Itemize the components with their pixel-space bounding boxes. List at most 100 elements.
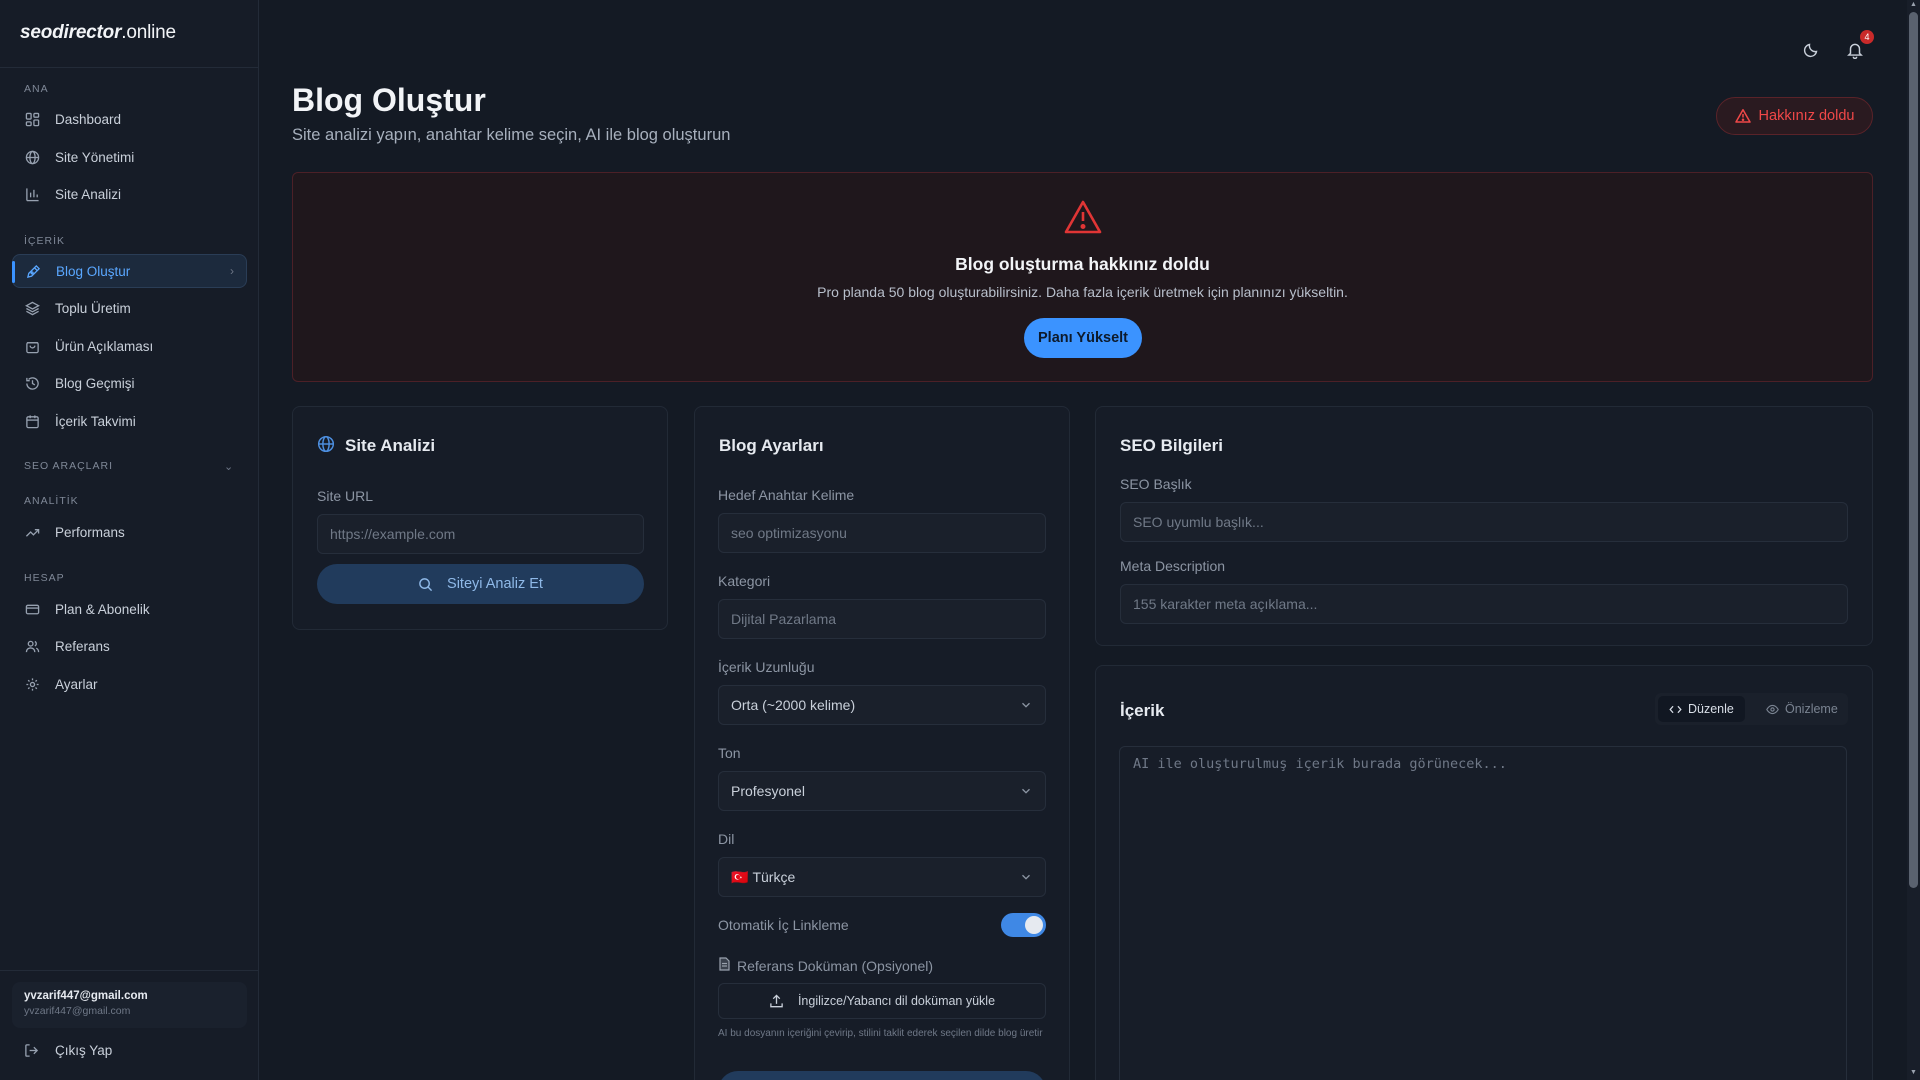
pen-icon bbox=[25, 263, 41, 279]
page-scrollbar[interactable]: ▲ ▼ bbox=[1907, 0, 1920, 1080]
card-title: Blog Ayarları bbox=[719, 436, 824, 455]
sidebar-item-dashboard[interactable]: Dashboard bbox=[12, 102, 247, 136]
sidebar-item-blog-olustur[interactable]: Blog Oluştur › bbox=[12, 254, 247, 288]
auto-link-toggle[interactable] bbox=[1001, 913, 1046, 937]
brand-suffix: .online bbox=[121, 22, 176, 43]
card-title: İçerik bbox=[1120, 701, 1165, 720]
alert-title: Blog oluşturma hakkınız doldu bbox=[955, 254, 1210, 274]
keyword-input[interactable]: seo optimizasyonu bbox=[718, 513, 1046, 553]
card-title: SEO Bilgileri bbox=[1120, 436, 1223, 455]
code-icon bbox=[1669, 705, 1682, 713]
upload-label: İngilizce/Yabancı dil doküman yükle bbox=[797, 994, 996, 1008]
tone-select[interactable]: Profesyonel bbox=[718, 771, 1046, 811]
brand-logo[interactable]: seodirector.online bbox=[20, 22, 176, 44]
calendar-icon bbox=[24, 413, 40, 429]
language-select[interactable]: 🇹🇷 Türkçe bbox=[718, 857, 1046, 897]
keyword-label: Hedef Anahtar Kelime bbox=[718, 487, 855, 503]
length-value: Orta (~2000 kelime) bbox=[731, 697, 856, 713]
blog-settings-card: Blog Ayarları bbox=[694, 406, 1070, 1080]
theme-toggle-button[interactable] bbox=[1799, 38, 1823, 62]
bar-chart-icon bbox=[24, 186, 40, 202]
tab-edit[interactable]: Düzenle bbox=[1658, 696, 1745, 722]
quota-exceeded-button[interactable]: Hakkınız doldu bbox=[1716, 97, 1873, 135]
sidebar-item-label: Blog Geçmişi bbox=[55, 375, 135, 391]
alert-description: Pro planda 50 blog oluşturabilirsiniz. D… bbox=[817, 284, 1348, 300]
section-label-seo-araclari[interactable]: SEO ARAÇLARI bbox=[24, 460, 113, 472]
sidebar-item-label: İçerik Takvimi bbox=[55, 413, 136, 429]
gear-icon bbox=[24, 676, 40, 692]
sidebar-item-site-analizi[interactable]: Site Analizi bbox=[12, 177, 247, 211]
sidebar-item-ayarlar[interactable]: Ayarlar bbox=[12, 667, 247, 701]
users-icon bbox=[24, 638, 40, 654]
tone-label: Ton bbox=[718, 745, 741, 761]
card-title: Site Analizi bbox=[345, 436, 436, 455]
tab-preview[interactable]: Önizleme bbox=[1755, 696, 1849, 722]
sidebar-item-label: Blog Oluştur bbox=[56, 263, 131, 279]
upload-document-button[interactable]: İngilizce/Yabancı dil doküman yükle bbox=[718, 983, 1046, 1019]
site-url-input[interactable]: https://example.com bbox=[317, 514, 644, 554]
eye-icon bbox=[1766, 704, 1779, 714]
scrollbar-thumb[interactable] bbox=[1909, 12, 1918, 888]
seo-title-label: SEO Başlık bbox=[1120, 476, 1192, 492]
meta-description-label: Meta Description bbox=[1120, 558, 1226, 574]
sidebar-item-site-yonetimi[interactable]: Site Yönetimi bbox=[12, 140, 247, 174]
divider bbox=[0, 67, 259, 68]
layers-icon bbox=[24, 300, 40, 316]
auto-link-label: Otomatik İç Linkleme bbox=[718, 917, 849, 933]
length-select[interactable]: Orta (~2000 kelime) bbox=[718, 685, 1046, 725]
analyze-site-label: Siteyi Analiz Et bbox=[447, 576, 543, 592]
sidebar-item-label: Ürün Açıklaması bbox=[55, 338, 154, 354]
site-url-label: Site URL bbox=[317, 488, 374, 504]
bag-icon bbox=[24, 338, 40, 354]
user-card[interactable]: yvzarif447@gmail.com yvzarif447@gmail.co… bbox=[12, 982, 247, 1028]
chevron-down-icon bbox=[1019, 870, 1033, 887]
meta-description-input[interactable]: 155 karakter meta açıklama... bbox=[1120, 584, 1848, 624]
quota-alert: Blog oluşturma hakkınız doldu Pro planda… bbox=[292, 172, 1873, 382]
logout-button[interactable]: Çıkış Yap bbox=[12, 1033, 247, 1067]
document-icon bbox=[718, 957, 731, 974]
generate-blog-button[interactable] bbox=[718, 1071, 1046, 1080]
content-editor[interactable]: AI ile oluşturulmuş içerik burada görüne… bbox=[1119, 746, 1847, 1080]
search-icon bbox=[419, 577, 433, 591]
chevron-down-icon bbox=[1019, 784, 1033, 801]
sidebar-item-referans[interactable]: Referans bbox=[12, 629, 247, 663]
sidebar-item-toplu-uretim[interactable]: Toplu Üretim bbox=[12, 291, 247, 325]
sidebar-item-label: Dashboard bbox=[55, 111, 122, 127]
length-label: İçerik Uzunluğu bbox=[718, 659, 815, 675]
credit-card-icon bbox=[24, 601, 40, 617]
logout-icon bbox=[24, 1042, 40, 1058]
category-label: Kategori bbox=[718, 573, 771, 589]
sidebar-item-urun-aciklamasi[interactable]: Ürün Açıklaması bbox=[12, 329, 247, 363]
globe-icon bbox=[24, 149, 40, 165]
user-name: yvzarif447@gmail.com bbox=[24, 990, 148, 1002]
sidebar: seodirector.online ANA Dashboard Site Yö… bbox=[0, 0, 259, 1080]
dashboard-icon bbox=[24, 111, 40, 127]
brand-prefix: seodirector bbox=[20, 22, 122, 43]
chevron-down-icon[interactable]: ⌄ bbox=[224, 460, 233, 473]
history-icon bbox=[24, 375, 40, 391]
language-value: Türkçe bbox=[752, 869, 796, 885]
reference-doc-label: Referans Doküman (Opsiyonel) bbox=[718, 957, 933, 974]
upgrade-plan-button[interactable]: Planı Yükselt bbox=[1024, 318, 1142, 358]
sidebar-item-performans[interactable]: Performans bbox=[12, 515, 247, 549]
user-email: yvzarif447@gmail.com bbox=[24, 1005, 131, 1017]
seo-title-input[interactable]: SEO uyumlu başlık... bbox=[1120, 502, 1848, 542]
sidebar-item-blog-gecmisi[interactable]: Blog Geçmişi bbox=[12, 366, 247, 400]
language-label: Dil bbox=[718, 831, 735, 847]
analyze-site-button[interactable]: Siteyi Analiz Et bbox=[317, 564, 644, 604]
upload-icon bbox=[770, 993, 783, 1007]
sidebar-item-plan-abonelik[interactable]: Plan & Abonelik bbox=[12, 592, 247, 626]
tab-preview-label: Önizleme bbox=[1785, 702, 1838, 716]
trending-up-icon bbox=[24, 524, 40, 540]
sidebar-item-label: Toplu Üretim bbox=[55, 300, 131, 316]
moon-icon bbox=[1803, 43, 1818, 58]
scroll-down-icon[interactable]: ▼ bbox=[1910, 1069, 1917, 1076]
sidebar-item-label: Site Analizi bbox=[55, 186, 122, 202]
content-view-tabs: Düzenle Önizleme bbox=[1655, 693, 1848, 725]
reference-doc-text: Referans Doküman (Opsiyonel) bbox=[737, 957, 934, 974]
globe-icon bbox=[317, 435, 335, 458]
scroll-up-icon[interactable]: ▲ bbox=[1910, 1, 1917, 8]
sidebar-item-icerik-takvimi[interactable]: İçerik Takvimi bbox=[12, 404, 247, 438]
page-title: Blog Oluştur bbox=[292, 82, 486, 118]
category-input[interactable]: Dijital Pazarlama bbox=[718, 599, 1046, 639]
